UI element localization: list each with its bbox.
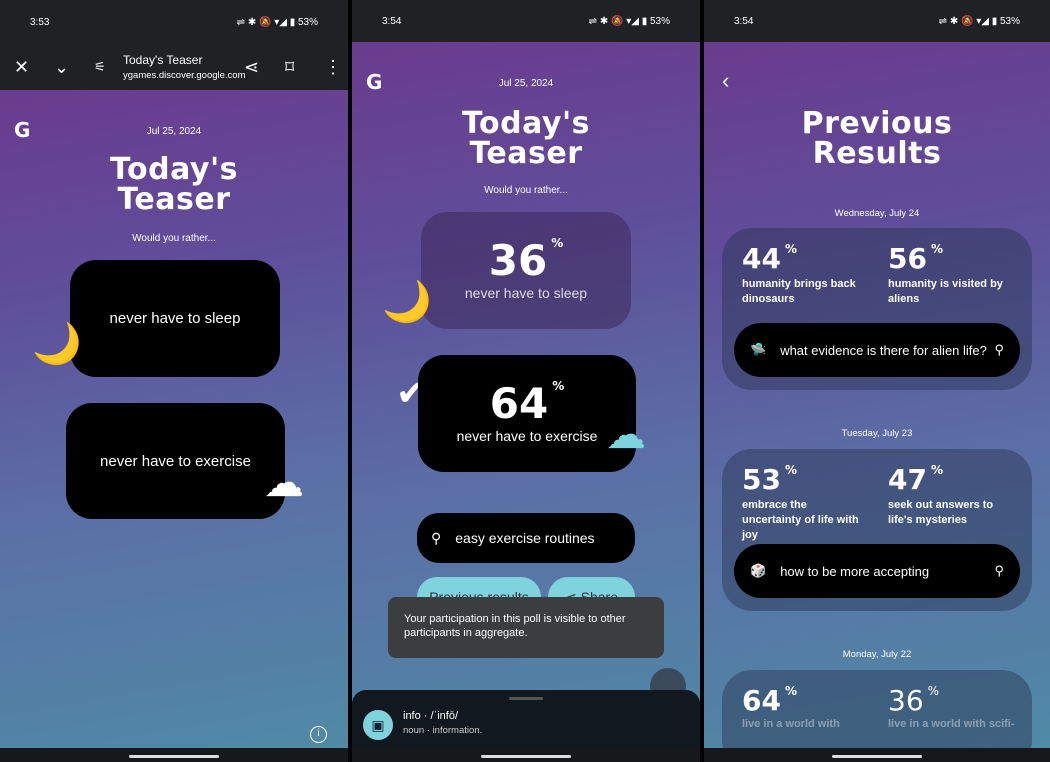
result-sleep: 36% never have to sleep [421, 212, 631, 329]
battery: ⇌ ✱ 🔕 ▾◢ ▮ 53% [236, 16, 318, 28]
time: 3:54 [382, 15, 402, 27]
sleeping-cloud-sticker-icon: ☁ [606, 413, 646, 457]
definition-word: info · /ˈinfō/ [403, 710, 459, 722]
screen-2: 3:54 ⇌ ✱ 🔕 ▾◢ ▮ 53% G Jul 25, 2024 Today'… [352, 0, 700, 762]
time: 3:54 [734, 15, 754, 27]
search-icon: ⚲ [994, 342, 1004, 357]
dictionary-icon: ▣ [363, 710, 393, 740]
definition-text: noun · information. [403, 725, 483, 736]
status-bar: 3:54 ⇌ ✱ 🔕 ▾◢ ▮ 53% [704, 0, 1050, 42]
date: Jul 25, 2024 [146, 126, 202, 137]
dice-icon: 🎲 [750, 563, 767, 578]
nav-bar [352, 748, 700, 762]
back-icon[interactable]: ‹ [722, 68, 729, 94]
search-icon: ⚲ [431, 529, 442, 546]
more-vert-icon[interactable]: ⋮ [324, 57, 342, 78]
search-suggestion-button[interactable]: ⚲ easy exercise routines [417, 513, 635, 563]
moon-sticker-icon: 🌙 [382, 280, 432, 324]
status-bar: 3:54 ⇌ ✱ 🔕 ▾◢ ▮ 53% [352, 0, 700, 42]
status-bar: 3:53 ⇌ ✱ 🔕 ▾◢ ▮ 53% [0, 0, 348, 44]
moon-sticker-icon: 🌙 [32, 322, 82, 366]
option-exercise-button[interactable]: never have to exercise [66, 403, 285, 519]
time: 3:53 [30, 16, 50, 28]
search-suggestion-button[interactable]: 🎲 how to be more accepting ⚲ [734, 544, 1020, 598]
page-title: Today's Teaser [123, 53, 203, 67]
page-url: ygames.discover.google.com [123, 70, 246, 81]
search-suggestion-button[interactable]: 🛸 what evidence is there for alien life? ⚲ [734, 323, 1020, 377]
day-date: Wednesday, July 24 [834, 208, 920, 219]
search-icon: ⚲ [994, 563, 1004, 578]
close-icon[interactable]: ✕ [14, 57, 29, 78]
share-icon[interactable]: ⋖ [244, 57, 259, 78]
result-card: 44% humanity brings back dinosaurs 56% h… [722, 228, 1032, 390]
definition-sheet[interactable]: ▣ info · /ˈinfō/ noun · information. [352, 690, 700, 748]
nav-bar [0, 748, 348, 762]
chevron-down-icon[interactable]: ⌄ [54, 57, 69, 78]
browser-toolbar: ✕ ⌄ ⚟ Today's Teaser ygames.discover.goog… [0, 44, 348, 90]
ufo-icon: 🛸 [750, 342, 767, 357]
battery: ⇌ ✱ 🔕 ▾◢ ▮ 53% [588, 15, 670, 27]
teaser-title: Today's Teaser [110, 152, 238, 217]
sleeping-cloud-sticker-icon: ☁ [264, 461, 304, 505]
teaser-title: Today's Teaser [462, 106, 590, 171]
toast: Your participation in this poll is visib… [388, 597, 664, 658]
date: Jul 25, 2024 [498, 78, 554, 89]
prompt: Would you rather... [484, 185, 568, 196]
option-sleep-button[interactable]: never have to sleep [70, 260, 280, 377]
day-date: Monday, July 22 [842, 649, 912, 660]
info-icon[interactable]: i [310, 726, 327, 743]
nav-bar [704, 748, 1050, 762]
result-exercise: 64% never have to exercise [418, 355, 636, 472]
tune-icon[interactable]: ⚟ [94, 59, 106, 75]
previous-results-title: Previous Results [801, 106, 953, 171]
screen-3: 3:54 ⇌ ✱ 🔕 ▾◢ ▮ 53% ‹ Previous Results Wed… [704, 0, 1050, 762]
result-card: 53% embrace the uncertainty of life with… [722, 449, 1032, 611]
day-date: Tuesday, July 23 [841, 428, 913, 439]
bookmark-icon[interactable]: ⌑ [285, 57, 294, 78]
battery: ⇌ ✱ 🔕 ▾◢ ▮ 53% [938, 15, 1020, 27]
prompt: Would you rather... [132, 233, 216, 244]
screen-1: 3:53 ⇌ ✱ 🔕 ▾◢ ▮ 53% ✕ ⌄ ⚟ Today's Teaser y… [0, 0, 348, 762]
